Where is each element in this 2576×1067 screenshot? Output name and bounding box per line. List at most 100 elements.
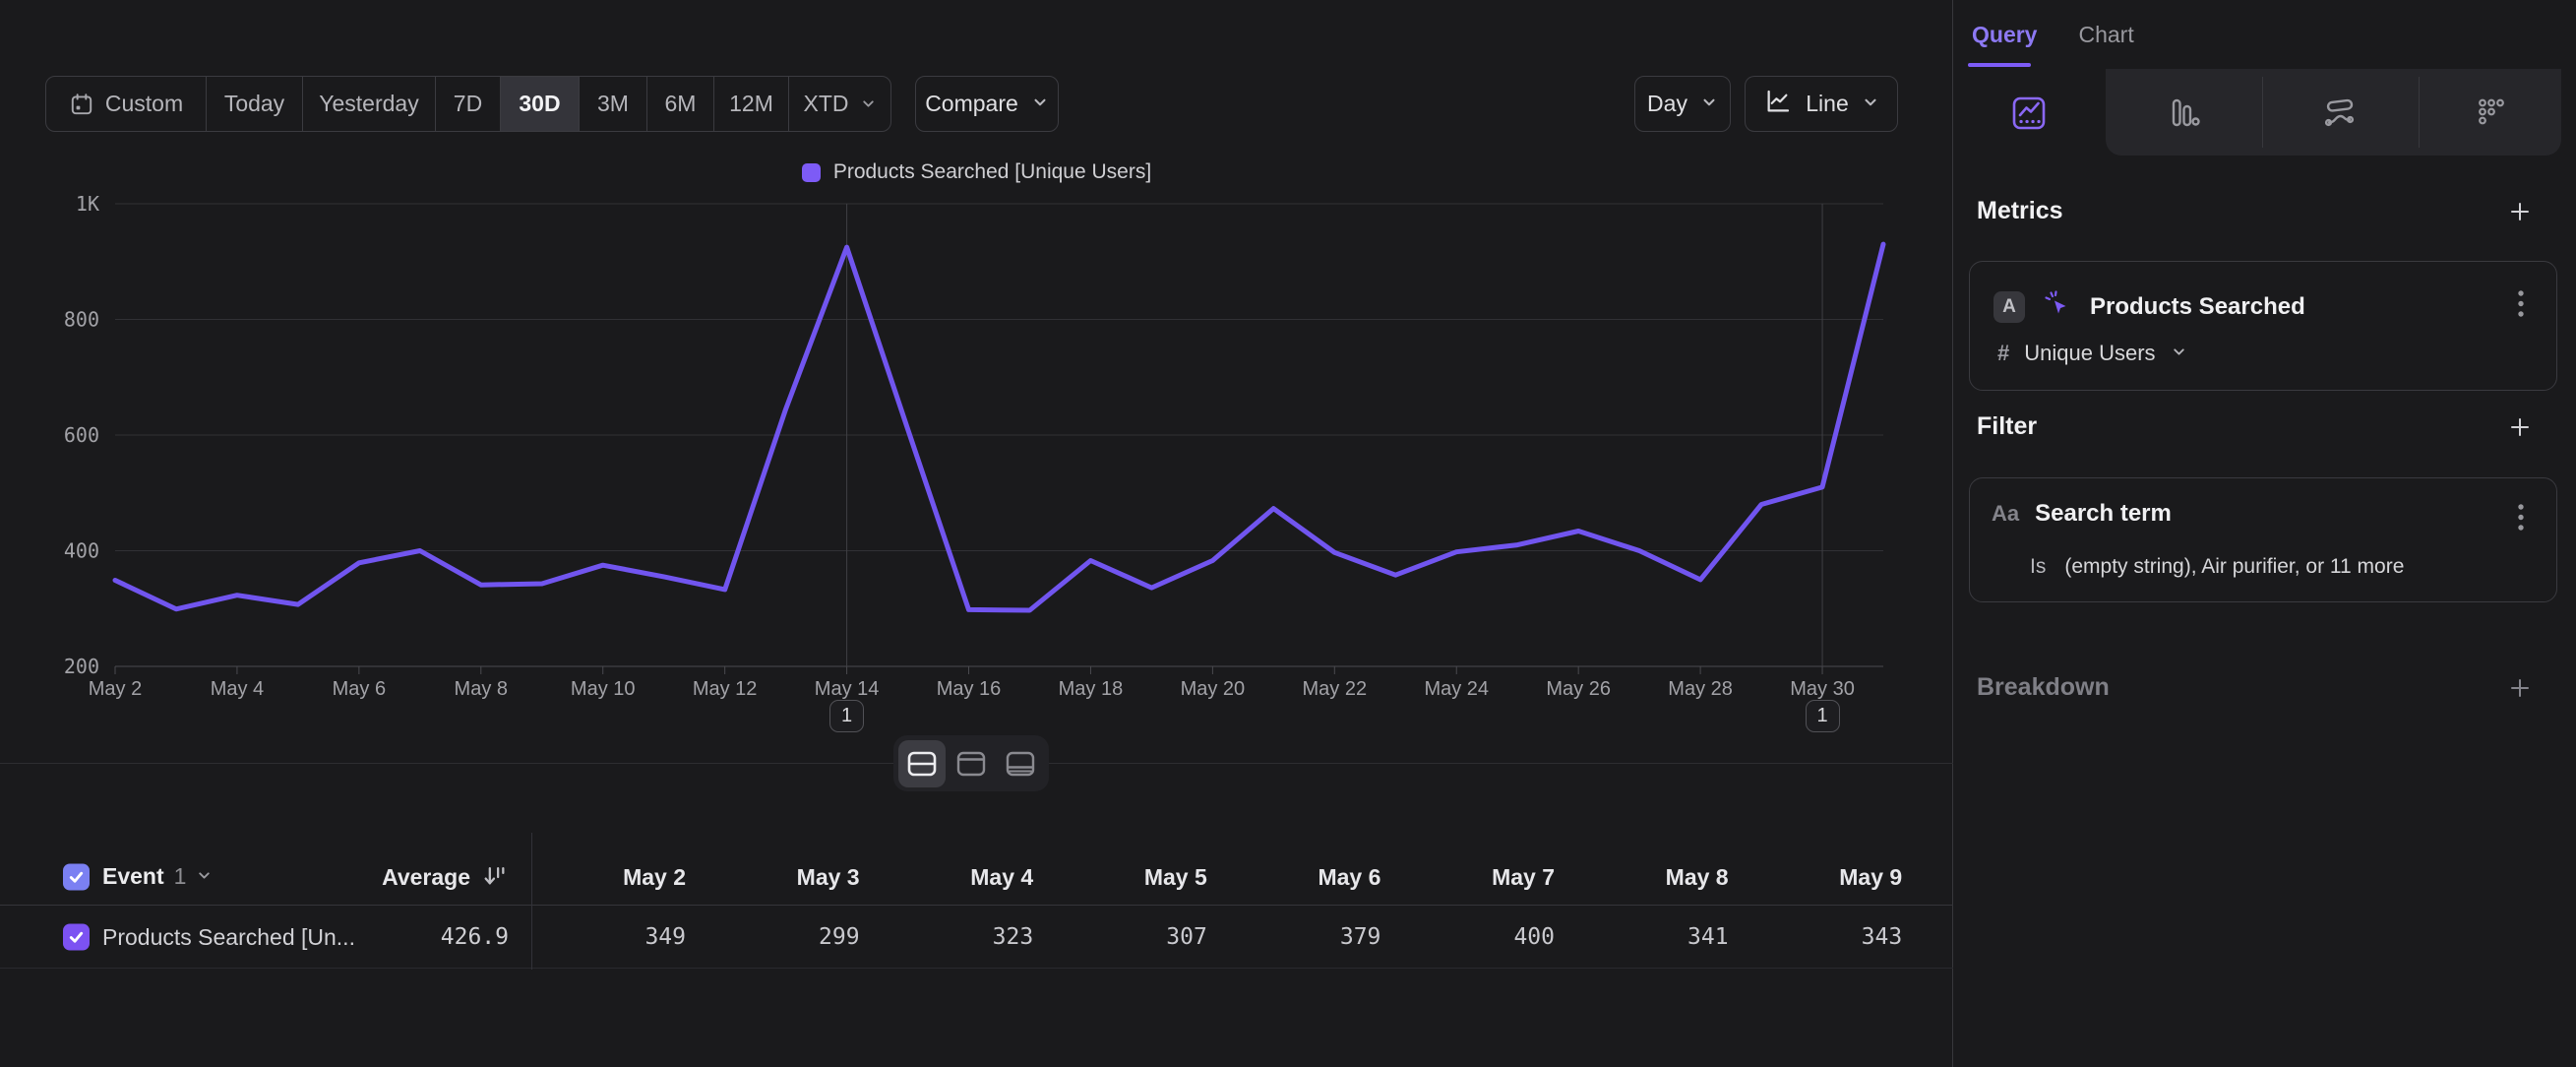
insights-line-tab[interactable] <box>2006 91 2052 136</box>
x-axis-label: May 30 <box>1790 678 1855 700</box>
date-column-header: May 6 <box>1223 848 1380 906</box>
table-only-view-button[interactable] <box>997 740 1044 787</box>
chart-only-view-button[interactable] <box>948 740 995 787</box>
filter-options-kebab-icon[interactable] <box>2517 502 2525 538</box>
table-only-view-icon <box>1005 750 1036 778</box>
series-checkbox[interactable] <box>63 923 90 950</box>
x-axis-label: May 6 <box>333 678 386 700</box>
query-panel: Query Chart Metrics <box>1954 0 2576 1067</box>
series-line <box>115 244 1883 610</box>
date-cell-value: 341 <box>1571 906 1729 969</box>
active-tab-underline <box>1968 63 2031 67</box>
x-axis-label: May 10 <box>571 678 636 700</box>
date-column-header: May 2 <box>528 848 686 906</box>
y-axis-label: 1K <box>76 192 99 216</box>
x-axis-label: May 28 <box>1668 678 1733 700</box>
date-column-header: May 3 <box>703 848 860 906</box>
date-column-header: May 4 <box>876 848 1033 906</box>
y-axis-label: 800 <box>64 308 99 332</box>
x-axis-label: May 18 <box>1059 678 1124 700</box>
filter-condition-row[interactable]: Is (empty string), Air purifier, or 11 m… <box>2030 555 2404 579</box>
date-cell-value: 379 <box>1223 906 1380 969</box>
check-icon <box>67 927 86 946</box>
bar-chart-icon <box>2161 91 2206 136</box>
metrics-heading: Metrics <box>1977 197 2063 225</box>
x-axis-label: May 4 <box>211 678 264 700</box>
date-column-header: May 9 <box>1745 848 1902 906</box>
date-cell-value: 400 <box>1397 906 1555 969</box>
date-column-header: May 7 <box>1397 848 1555 906</box>
annotation-badge[interactable]: 1 <box>829 700 864 732</box>
chart-type-tabs <box>1954 69 2576 156</box>
split-view-button[interactable] <box>898 740 946 787</box>
average-column-header[interactable]: Average <box>274 848 470 906</box>
tab-query[interactable]: Query <box>1972 22 2037 48</box>
x-axis-label: May 24 <box>1424 678 1489 700</box>
tab-divider <box>2419 77 2420 148</box>
view-toggle-group <box>893 735 1049 791</box>
date-cell-value: 343 <box>1745 906 1902 969</box>
annotation-badge[interactable]: 1 <box>1806 700 1840 732</box>
retention-icon <box>2467 91 2512 136</box>
filter-card[interactable]: Aa Search term Is (empty string), Air pu… <box>1969 477 2557 602</box>
trend-chart: 1K800600400200May 2May 4May 6May 8May 10… <box>0 0 1953 768</box>
x-axis-label: May 16 <box>937 678 1002 700</box>
x-axis-label: May 22 <box>1303 678 1368 700</box>
metric-card-main-row: A Products Searched <box>1993 287 2305 326</box>
filter-property-name: Search term <box>2035 500 2172 528</box>
x-axis-label: May 14 <box>815 678 880 700</box>
check-icon <box>67 867 86 886</box>
event-column-header[interactable]: Event 1 <box>102 848 213 905</box>
event-label: Event <box>102 863 164 890</box>
table-header-row: Event 1 Average May 2 May 3 May 4 May 5 May … <box>0 848 1953 906</box>
chart-only-view-icon <box>955 750 987 778</box>
tab-chart[interactable]: Chart <box>2078 22 2133 48</box>
bar-chart-tab[interactable] <box>2161 91 2206 136</box>
metric-options-kebab-icon[interactable] <box>2517 288 2525 325</box>
metric-event-name: Products Searched <box>2090 293 2305 321</box>
table-column-divider <box>531 833 532 970</box>
plus-icon <box>2505 197 2535 226</box>
add-breakdown-button[interactable] <box>2505 673 2535 703</box>
date-column-header: May 5 <box>1050 848 1207 906</box>
date-column-header: May 8 <box>1571 848 1729 906</box>
date-cell-value: 349 <box>528 906 686 969</box>
split-view-icon <box>906 750 938 778</box>
insights-line-icon <box>2006 91 2052 136</box>
x-axis-label: May 26 <box>1546 678 1611 700</box>
count-type-icon: # <box>1997 341 2009 366</box>
filter-value: (empty string), Air purifier, or 11 more <box>2064 555 2404 579</box>
event-count: 1 <box>174 863 187 890</box>
filter-heading: Filter <box>1977 412 2037 441</box>
metric-aggregation-row[interactable]: # Unique Users <box>1997 341 2187 366</box>
y-axis-label: 200 <box>64 655 99 678</box>
x-axis-label: May 12 <box>693 678 758 700</box>
analytics-app: CustomTodayYesterday7D30D3M6M12MXTD Comp… <box>0 0 2576 1067</box>
chevron-down-icon <box>196 863 213 890</box>
x-axis-label: May 2 <box>89 678 142 700</box>
y-axis-label: 600 <box>64 423 99 447</box>
plus-icon <box>2505 673 2535 703</box>
panel-tabs: Query Chart <box>1972 0 2134 69</box>
metric-letter-badge: A <box>1993 291 2025 323</box>
add-filter-button[interactable] <box>2505 412 2535 442</box>
date-cell-value: 307 <box>1050 906 1207 969</box>
event-pointer-icon <box>2041 287 2074 326</box>
metric-card[interactable]: A Products Searched # Unique Users <box>1969 261 2557 391</box>
aggregation-label: Unique Users <box>2024 341 2155 366</box>
sort-icon[interactable] <box>481 863 508 895</box>
property-type-icon: Aa <box>1992 501 2019 527</box>
x-axis-label: May 8 <box>455 678 508 700</box>
date-cell-value: 299 <box>703 906 860 969</box>
flows-tab[interactable] <box>2317 91 2362 136</box>
tab-divider <box>2262 77 2263 148</box>
retention-tab[interactable] <box>2467 91 2512 136</box>
filter-operator: Is <box>2030 555 2046 579</box>
add-metric-button[interactable] <box>2505 197 2535 226</box>
select-all-checkbox[interactable] <box>63 863 90 890</box>
chevron-down-icon <box>2171 341 2187 366</box>
plus-icon <box>2505 412 2535 442</box>
series-average-value: 426.9 <box>312 906 509 969</box>
x-axis-label: May 20 <box>1181 678 1246 700</box>
filter-card-main-row: Aa Search term <box>1992 500 2172 528</box>
